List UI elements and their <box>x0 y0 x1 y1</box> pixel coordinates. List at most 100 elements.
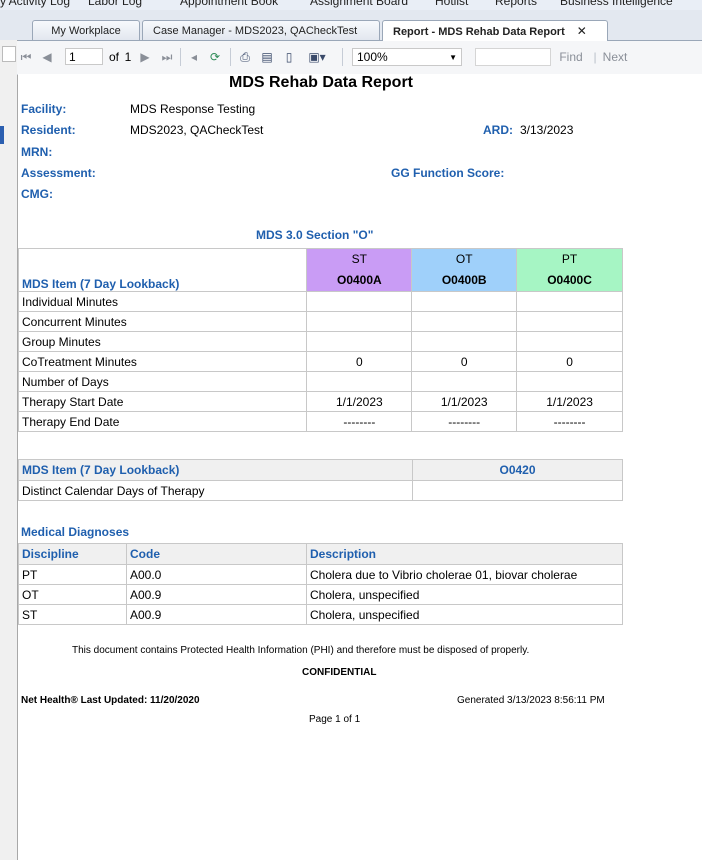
back-icon[interactable]: ◂ <box>187 49 201 65</box>
pt-cell <box>516 311 623 332</box>
menu-activity-log[interactable]: y Activity Log <box>0 0 70 8</box>
gg-function-score-label: GG Function Score: <box>391 166 505 180</box>
resident-value: MDS2023, QACheckTest <box>130 123 264 137</box>
description-cell: Cholera due to Vibrio cholerae 01, biova… <box>306 564 623 585</box>
left-rail <box>0 40 18 860</box>
find-button[interactable]: Find <box>559 49 583 65</box>
ot-cell <box>411 291 518 312</box>
row-label: Therapy End Date <box>17 411 308 432</box>
mrn-label: MRN: <box>21 145 53 159</box>
ot-code-header: O0400B <box>411 269 518 292</box>
confidential-label: CONFIDENTIAL <box>302 667 377 678</box>
first-page-icon[interactable]: ⏮ <box>20 49 32 65</box>
discipline-cell: PT <box>18 564 127 585</box>
find-input[interactable] <box>475 48 551 66</box>
o0420-code-header: O0420 <box>412 459 623 481</box>
tab-case-manager[interactable]: Case Manager - MDS2023, QACheckTest <box>142 20 380 40</box>
description-header: Description <box>306 543 623 565</box>
table-row: OT A00.9 Cholera, unspecified <box>18 584 623 605</box>
table-row: ST A00.9 Cholera, unspecified <box>18 604 623 625</box>
report-toolbar: ⏮ ◀ 1 of 1 ▶ ⏭ ◂ ⟳ ⎙ ▤ ▯ ▣▾ 100% ▼ Find |… <box>17 41 702 75</box>
ard-label: ARD: <box>483 123 513 137</box>
code-header: Code <box>126 543 307 565</box>
table-row: Group Minutes <box>17 331 623 352</box>
st-cell <box>306 331 413 352</box>
next-page-icon[interactable]: ▶ <box>139 49 151 65</box>
previous-page-icon[interactable]: ◀ <box>41 49 53 65</box>
pt-cell <box>516 331 623 352</box>
st-code-header: O0400A <box>306 269 413 292</box>
row-label: Individual Minutes <box>17 291 308 312</box>
facility-value: MDS Response Testing <box>130 102 256 116</box>
discipline-header: Discipline <box>18 543 127 565</box>
rail-handle[interactable] <box>2 46 16 62</box>
menu-labor-log[interactable]: Labor Log <box>88 0 142 8</box>
page-number: Page 1 of 1 <box>309 714 361 725</box>
menu-appointment-book[interactable]: Appointment Book <box>180 0 278 8</box>
toolbar-divider: | <box>593 50 597 64</box>
st-cell <box>306 291 413 312</box>
menu-hotlist[interactable]: Hotlist <box>435 0 468 8</box>
pt-cell <box>516 371 623 392</box>
o0420-header-row: MDS Item (7 Day Lookback) O0420 <box>18 459 623 481</box>
section-o-header-row: MDS Item (7 Day Lookback) ST OT PT <box>17 248 623 292</box>
code-cell: A00.9 <box>126 604 307 625</box>
table-row: Therapy End Date -------- -------- -------- <box>17 411 623 432</box>
ot-cell <box>411 331 518 352</box>
print-icon[interactable]: ⎙ <box>237 49 253 65</box>
ot-cell <box>411 371 518 392</box>
ot-discipline-header: OT <box>411 248 518 270</box>
zoom-select[interactable]: 100% ▼ <box>352 48 462 66</box>
refresh-icon[interactable]: ⟳ <box>207 49 223 65</box>
total-pages: 1 <box>124 50 132 64</box>
diagnoses-header-row: Discipline Code Description <box>18 543 623 565</box>
discipline-cell: ST <box>18 604 127 625</box>
assessment-label: Assessment: <box>21 166 96 180</box>
top-menu-strip: y Activity Log Labor Log Appointment Boo… <box>0 0 702 10</box>
ot-cell: -------- <box>411 411 518 432</box>
code-cell: A00.0 <box>126 564 307 585</box>
facility-label: Facility: <box>21 102 67 116</box>
cmg-label: CMG: <box>21 187 53 201</box>
last-page-icon[interactable]: ⏭ <box>161 49 173 65</box>
tab-label: My Workplace <box>51 25 121 37</box>
description-cell: Cholera, unspecified <box>306 604 623 625</box>
st-cell: 0 <box>306 351 413 372</box>
page-number-input[interactable]: 1 <box>65 48 103 65</box>
diagnoses-table: Discipline Code Description PT A00.0 Chole… <box>18 543 623 625</box>
o0420-value <box>412 480 623 501</box>
resident-label: Resident: <box>21 123 76 137</box>
row-label: Distinct Calendar Days of Therapy <box>18 480 413 501</box>
next-button[interactable]: Next <box>601 49 629 65</box>
close-tab-icon[interactable]: ✕ <box>577 24 587 38</box>
tab-report[interactable]: Report - MDS Rehab Data Report ✕ <box>382 20 608 41</box>
table-row: Therapy Start Date 1/1/2023 1/1/2023 1/1/20… <box>17 391 623 412</box>
tab-bar: My Workplace Case Manager - MDS2023, QAC… <box>0 10 702 41</box>
menu-reports[interactable]: Reports <box>495 0 537 8</box>
ot-cell: 0 <box>411 351 518 372</box>
page-setup-icon[interactable]: ▯ <box>281 49 297 65</box>
discipline-cell: OT <box>18 584 127 605</box>
menu-business-intelligence[interactable]: Business Intelligence <box>560 0 673 8</box>
export-icon[interactable]: ▣▾ <box>305 49 329 65</box>
print-layout-icon[interactable]: ▤ <box>259 49 275 65</box>
ot-cell <box>411 311 518 332</box>
table-row: Number of Days <box>17 371 623 392</box>
toolbar-divider <box>342 48 343 66</box>
o0420-table: MDS Item (7 Day Lookback) O0420 Distinct… <box>18 459 623 501</box>
pt-code-header: O0400C <box>516 269 623 292</box>
toolbar-divider <box>230 48 231 66</box>
row-label: Concurrent Minutes <box>17 311 308 332</box>
pt-cell: 1/1/2023 <box>516 391 623 412</box>
menu-assignment-board[interactable]: Assignment Board <box>310 0 408 8</box>
pt-cell: -------- <box>516 411 623 432</box>
table-row: PT A00.0 Cholera due to Vibrio cholerae 01… <box>18 564 623 585</box>
tab-my-workplace[interactable]: My Workplace <box>32 20 140 40</box>
item-header: MDS Item (7 Day Lookback) <box>17 248 308 292</box>
report-title: MDS Rehab Data Report <box>228 74 414 91</box>
pt-cell <box>516 291 623 312</box>
o0420-item-header: MDS Item (7 Day Lookback) <box>18 459 413 481</box>
rail-marker <box>0 126 4 144</box>
st-discipline-header: ST <box>306 248 413 270</box>
generated-timestamp: Generated 3/13/2023 8:56:11 PM <box>457 695 605 706</box>
